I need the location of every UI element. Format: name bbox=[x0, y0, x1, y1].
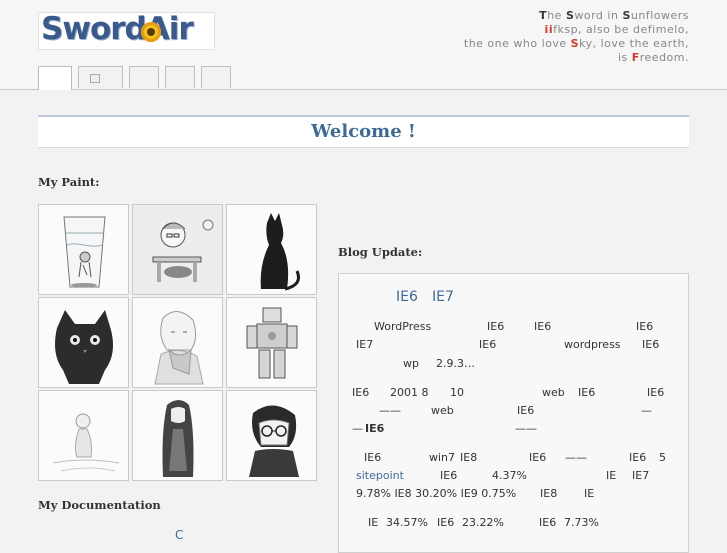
blog-text: IE7 bbox=[356, 338, 374, 351]
blog-text: IE6 bbox=[529, 451, 547, 464]
paint-thumb-desk[interactable] bbox=[132, 204, 223, 295]
blog-text: IE6 bbox=[534, 320, 552, 333]
blog-text: 5 bbox=[659, 451, 666, 464]
blog-text: 2001 8 bbox=[390, 386, 429, 399]
blog-text: IE bbox=[584, 487, 595, 500]
robot-sketch-icon bbox=[246, 307, 298, 379]
site-header: SwordAir The Sword in Sunflowers iifksp,… bbox=[0, 0, 727, 90]
tab-docs[interactable] bbox=[165, 66, 195, 88]
blog-text: IE6 bbox=[629, 451, 647, 464]
tab-about[interactable] bbox=[201, 66, 231, 88]
blog-text: 34.57% bbox=[386, 516, 428, 529]
blog-text: —— bbox=[515, 422, 537, 435]
blog-text: 7.73% bbox=[564, 516, 599, 529]
blog-text: 4.37% bbox=[492, 469, 527, 482]
tagline-line-1: The Sword in Sunflowers bbox=[539, 9, 689, 22]
blog-text: wp bbox=[403, 357, 419, 370]
site-logo[interactable]: SwordAir bbox=[38, 12, 215, 50]
blog-text: — bbox=[352, 422, 363, 435]
tab-blog[interactable] bbox=[78, 66, 123, 88]
blog-text: IE6 bbox=[636, 320, 654, 333]
blog-text: IE6 bbox=[487, 320, 505, 333]
tagline-line-3: the one who love Sky, love the earth, bbox=[463, 37, 689, 50]
blog-text: —— bbox=[379, 404, 401, 417]
sunflower-icon bbox=[141, 22, 161, 42]
sitepoint-link[interactable]: sitepoint bbox=[356, 469, 404, 482]
blog-post-title-b[interactable]: IE7 bbox=[432, 289, 454, 305]
blog-text: 10 bbox=[450, 386, 464, 399]
paint-thumb-glasses[interactable] bbox=[226, 390, 317, 481]
blog-text: — bbox=[641, 404, 652, 417]
paint-thumb-kitten[interactable] bbox=[38, 297, 129, 388]
paint-thumb-robot[interactable] bbox=[226, 297, 317, 388]
blog-text: IE6 bbox=[479, 338, 497, 351]
blog-text: IE6 bbox=[365, 422, 385, 435]
blog-text: win7 bbox=[429, 451, 456, 464]
girl-scarf-sketch-icon bbox=[154, 311, 204, 385]
paint-heading: My Paint: bbox=[38, 175, 100, 189]
logo-text: SwordAir bbox=[41, 12, 194, 47]
blog-text: IE6 bbox=[440, 469, 458, 482]
black-cat-sketch-icon bbox=[260, 213, 300, 291]
paint-thumb-cat[interactable] bbox=[226, 204, 317, 295]
boy-glasses-sketch-icon bbox=[249, 405, 299, 477]
paint-gallery bbox=[38, 204, 318, 483]
blog-text: IE6 bbox=[364, 451, 382, 464]
page-icon bbox=[90, 74, 100, 83]
blog-text: wordpress bbox=[564, 338, 621, 351]
blog-text: IE6 bbox=[578, 386, 596, 399]
docs-heading: My Documentation bbox=[38, 498, 161, 512]
blog-text: WordPress bbox=[374, 320, 432, 333]
tab-home[interactable] bbox=[38, 66, 72, 90]
kitten-sketch-icon bbox=[55, 310, 113, 384]
blog-heading: Blog Update: bbox=[338, 245, 423, 259]
child-desk-sketch-icon bbox=[133, 205, 222, 294]
glass-sketch-icon bbox=[63, 216, 106, 288]
blog-text: IE6 bbox=[517, 404, 535, 417]
blog-text: IE6 bbox=[647, 386, 665, 399]
blog-text: web bbox=[431, 404, 454, 417]
blog-text: IE6 bbox=[437, 516, 455, 529]
seated-figure-sketch-icon bbox=[52, 413, 120, 472]
paint-thumb-girl-scarf[interactable] bbox=[132, 297, 223, 388]
paint-thumb-seated[interactable] bbox=[38, 390, 129, 481]
blog-text: IE bbox=[368, 516, 379, 529]
paint-thumb-long-hair[interactable] bbox=[132, 390, 223, 481]
tab-paint[interactable] bbox=[129, 66, 159, 88]
blog-text: IE bbox=[606, 469, 617, 482]
blog-text: 23.22% bbox=[462, 516, 504, 529]
welcome-title: Welcome ! bbox=[311, 121, 416, 142]
long-haired-girl-sketch-icon bbox=[162, 400, 194, 477]
blog-post-title-a[interactable]: IE6 bbox=[396, 289, 418, 305]
tagline-line-2: iifksp, also be defimelo, bbox=[544, 23, 689, 36]
site-tagline: The Sword in Sunflowers iifksp, also be … bbox=[464, 9, 689, 65]
blog-update-panel: IE6 IE7 WordPress IE6 IE6 IE6 IE7 IE6 wo… bbox=[338, 273, 689, 553]
blog-text: IE8 bbox=[460, 451, 478, 464]
blog-text: IE6 bbox=[642, 338, 660, 351]
blog-text: 9.78% IE8 30.20% IE9 0.75% bbox=[356, 487, 517, 500]
blog-text: IE7 bbox=[632, 469, 650, 482]
blog-text: —— bbox=[565, 451, 587, 464]
welcome-banner: Welcome ! bbox=[38, 115, 689, 148]
blog-text: 2.9.3… bbox=[436, 357, 475, 370]
blog-text: IE6 bbox=[352, 386, 370, 399]
blog-text: web bbox=[542, 386, 565, 399]
paint-thumb-glass[interactable] bbox=[38, 204, 129, 295]
blog-text: IE8 bbox=[540, 487, 558, 500]
tagline-line-4: is Freedom. bbox=[617, 51, 689, 64]
doc-link[interactable]: C bbox=[175, 528, 183, 542]
blog-text: IE6 bbox=[539, 516, 557, 529]
